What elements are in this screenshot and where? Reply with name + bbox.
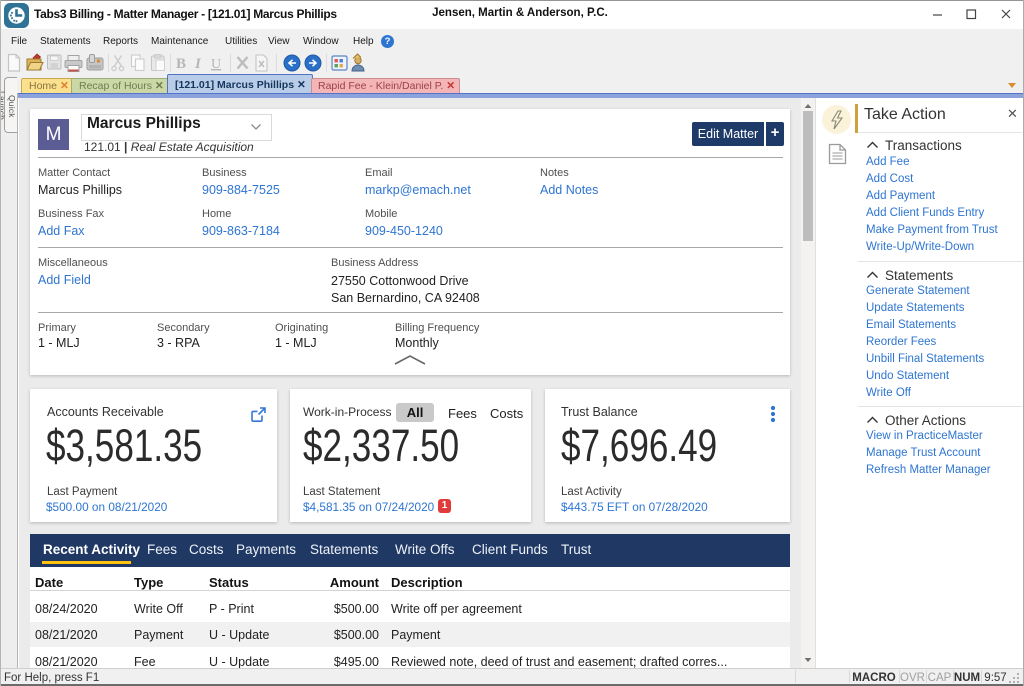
svg-text:U: U [211,57,221,72]
svg-text:B: B [176,56,186,72]
svg-text:I: I [194,56,202,72]
